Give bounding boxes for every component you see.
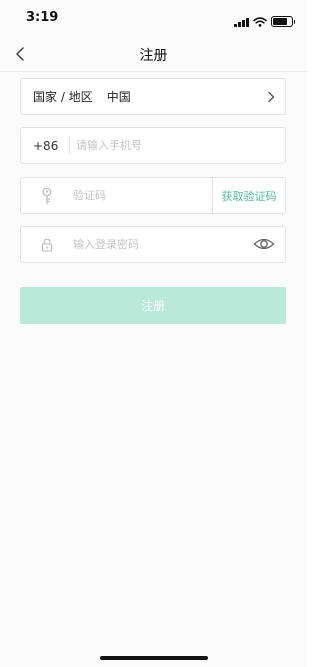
- country-code[interactable]: +86: [21, 139, 69, 153]
- status-bar: 3:19: [0, 0, 307, 36]
- page-title: 注册: [139, 48, 168, 64]
- nav-bar: 注册: [0, 36, 307, 72]
- register-button[interactable]: 注册: [20, 287, 286, 324]
- battery-icon: [271, 16, 295, 27]
- verification-field-row: 获取验证码: [20, 177, 286, 214]
- home-indicator: [100, 656, 208, 660]
- wifi-icon: [253, 12, 267, 31]
- eye-icon[interactable]: [253, 235, 275, 257]
- lock-icon: [21, 238, 73, 252]
- password-input[interactable]: [73, 229, 213, 260]
- region-selector[interactable]: 国家 / 地区 中国: [20, 78, 286, 115]
- status-icons: [234, 12, 295, 31]
- status-time: 3:19: [26, 10, 59, 25]
- phone-input[interactable]: [70, 130, 285, 161]
- get-code-button[interactable]: 获取验证码: [212, 178, 285, 213]
- key-icon: [21, 187, 73, 205]
- region-value: 中国: [106, 90, 131, 104]
- chevron-right-icon: [268, 91, 275, 102]
- verification-code-input[interactable]: [73, 180, 213, 211]
- phone-field-row: +86: [20, 127, 286, 164]
- region-label: 国家 / 地区: [33, 90, 93, 104]
- register-screen: 3:19 注册 国家 / 地区 中国 +86 请输入手机号 验证码 获取验证码 …: [0, 0, 307, 667]
- password-field-row: [20, 226, 286, 263]
- signal-icon: [234, 17, 249, 27]
